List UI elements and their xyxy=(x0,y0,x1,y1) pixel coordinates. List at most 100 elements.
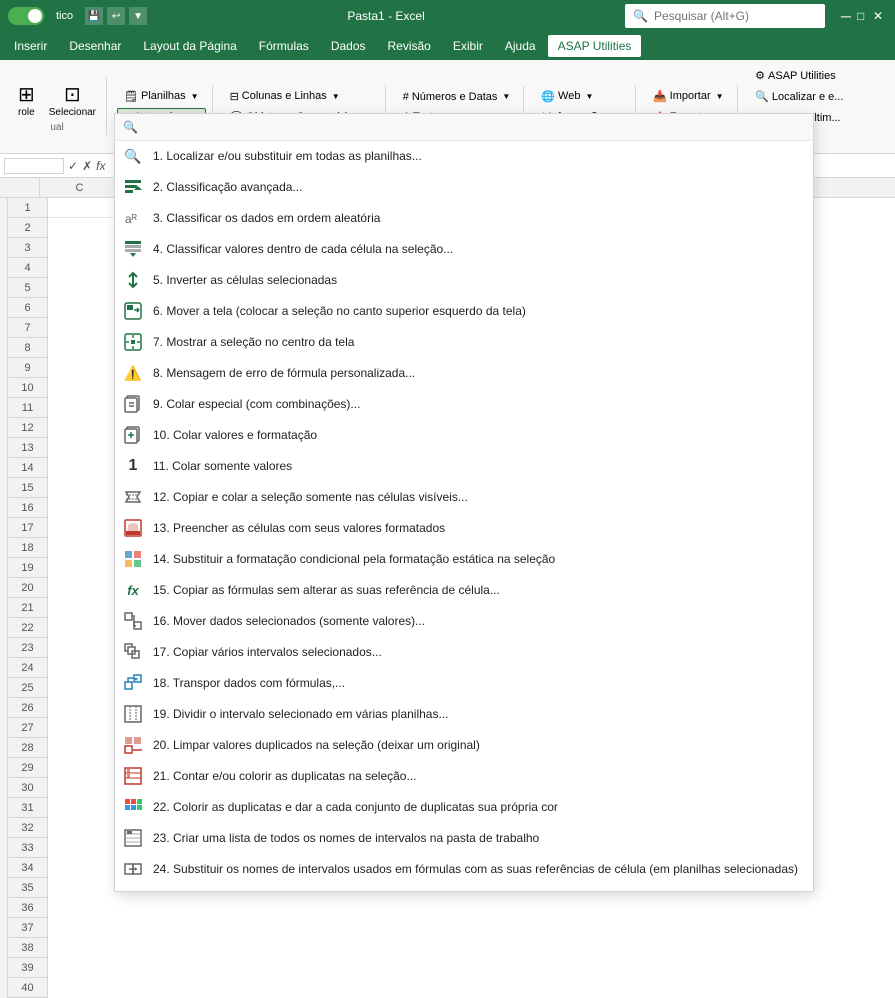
menu-item-9[interactable]: 9. Colar especial (com combinações)... xyxy=(115,389,813,420)
ribbon-importar-button[interactable]: 📥 Importar ▼ xyxy=(646,87,731,106)
item-24-icon xyxy=(123,859,143,879)
row-25: 25 xyxy=(8,678,48,698)
menu-item-revisao[interactable]: Revisão xyxy=(378,35,441,57)
row-40: 40 xyxy=(8,978,48,998)
custom-quick-icon[interactable]: ▼ xyxy=(129,7,147,25)
row-2: 2 xyxy=(8,218,48,238)
menu-item-6[interactable]: 6. Mover a tela (colocar a seleção no ca… xyxy=(115,296,813,327)
menu-item-5[interactable]: 5. Inverter as células selecionadas xyxy=(115,265,813,296)
menu-item-asap[interactable]: ASAP Utilities xyxy=(548,35,642,57)
item-16-text: 16. Mover dados selecionados (somente va… xyxy=(153,614,805,628)
maximize-button[interactable]: □ xyxy=(857,9,871,23)
menu-item-19[interactable]: 19. Dividir o intervalo selecionado em v… xyxy=(115,699,813,730)
menu-item-exibir[interactable]: Exibir xyxy=(443,35,493,57)
fx-icon[interactable]: fx xyxy=(96,159,105,173)
search-icon: 🔍 xyxy=(633,9,648,23)
ribbon-web-button[interactable]: 🌐 Web ▼ xyxy=(534,87,629,106)
menu-item-17[interactable]: 17. Copiar vários intervalos selecionado… xyxy=(115,637,813,668)
row-28: 28 xyxy=(8,738,48,758)
menu-item-7[interactable]: 7. Mostrar a seleção no centro da tela xyxy=(115,327,813,358)
menu-item-layout[interactable]: Layout da Página xyxy=(133,35,246,57)
ribbon-asap-utilities-button[interactable]: ⚙ ASAP Utilities xyxy=(748,66,850,85)
ribbon-localizar-button[interactable]: 🔍 Localizar e e... xyxy=(748,87,850,106)
menu-item-desenhar[interactable]: Desenhar xyxy=(59,35,131,57)
row-22: 22 xyxy=(8,618,48,638)
item-24-text: 24. Substituir os nomes de intervalos us… xyxy=(153,862,805,876)
row-19: 19 xyxy=(8,558,48,578)
menu-item-20[interactable]: 20. Limpar valores duplicados na seleção… xyxy=(115,730,813,761)
app-title: Pasta1 - Excel xyxy=(155,9,617,23)
row-30: 30 xyxy=(8,778,48,798)
menu-item-25[interactable]: 25. Excluir todos os nomes de intervalos… xyxy=(115,885,813,891)
item-14-icon xyxy=(123,549,143,569)
item-19-text: 19. Dividir o intervalo selecionado em v… xyxy=(153,707,805,721)
menu-item-4[interactable]: 4. Classificar valores dentro de cada cé… xyxy=(115,234,813,265)
item-22-icon xyxy=(123,797,143,817)
menu-item-14[interactable]: 14. Substituir a formatação condicional … xyxy=(115,544,813,575)
row-26: 26 xyxy=(8,698,48,718)
menu-item-16[interactable]: 16. Mover dados selecionados (somente va… xyxy=(115,606,813,637)
row-16: 16 xyxy=(8,498,48,518)
menu-list: 🔍 1. Localizar e/ou substituir em todas … xyxy=(115,141,813,891)
item-6-icon xyxy=(123,301,143,321)
item-1-icon: 🔍 xyxy=(123,146,143,166)
menu-item-inserir[interactable]: Inserir xyxy=(4,35,57,57)
item-15-text: 15. Copiar as fórmulas sem alterar as su… xyxy=(153,583,805,597)
undo-icon[interactable]: ↩ xyxy=(107,7,125,25)
minimize-button[interactable]: ─ xyxy=(841,9,855,23)
main-area: 1 2 3 4 5 6 7 8 9 10 11 12 13 14 15 16 1… xyxy=(0,198,895,998)
col-header-c[interactable]: C xyxy=(40,178,120,197)
row-12: 12 xyxy=(8,418,48,438)
menu-bar: Inserir Desenhar Layout da Página Fórmul… xyxy=(0,32,895,60)
menu-item-10[interactable]: 10. Colar valores e formatação xyxy=(115,420,813,451)
row-6: 6 xyxy=(8,298,48,318)
checkmark-icon[interactable]: ✓ xyxy=(68,159,78,173)
item-12-icon xyxy=(123,487,143,507)
menu-item-23[interactable]: 23. Criar uma lista de todos os nomes de… xyxy=(115,823,813,854)
item-21-text: 21. Contar e/ou colorir as duplicatas na… xyxy=(153,769,805,783)
menu-item-ajuda[interactable]: Ajuda xyxy=(495,35,546,57)
ribbon-selecionar-button[interactable]: ⊡ Selecionar xyxy=(45,80,100,120)
row-34: 34 xyxy=(8,858,48,878)
cross-icon[interactable]: ✗ xyxy=(82,159,92,173)
ribbon-controle-button[interactable]: ⊞ role xyxy=(14,80,39,120)
left-sidebar xyxy=(0,198,8,998)
cell-reference-input[interactable] xyxy=(4,158,64,174)
row-3: 3 xyxy=(8,238,48,258)
row-31: 31 xyxy=(8,798,48,818)
save-icon[interactable]: 💾 xyxy=(85,7,103,25)
menu-item-18[interactable]: 18. Transpor dados com fórmulas,... xyxy=(115,668,813,699)
menu-item-15[interactable]: fx 15. Copiar as fórmulas sem alterar as… xyxy=(115,575,813,606)
menu-item-3[interactable]: aᴿ 3. Classificar os dados em ordem alea… xyxy=(115,203,813,234)
menu-item-dados[interactable]: Dados xyxy=(321,35,376,57)
menu-item-2[interactable]: 2. Classificação avançada... xyxy=(115,172,813,203)
row-36: 36 xyxy=(8,898,48,918)
title-bar-label: tico xyxy=(56,10,73,22)
menu-item-formulas[interactable]: Fórmulas xyxy=(249,35,319,57)
row-numbers: 1 2 3 4 5 6 7 8 9 10 11 12 13 14 15 16 1… xyxy=(8,198,48,998)
close-button[interactable]: ✕ xyxy=(873,9,887,23)
row-15: 15 xyxy=(8,478,48,498)
menu-item-1[interactable]: 🔍 1. Localizar e/ou substituir em todas … xyxy=(115,141,813,172)
menu-item-22[interactable]: 22. Colorir as duplicatas e dar a cada c… xyxy=(115,792,813,823)
ribbon-toggle[interactable] xyxy=(8,7,44,25)
dropdown-search-input[interactable] xyxy=(144,120,805,134)
item-17-icon xyxy=(123,642,143,662)
ribbon-colunas-button[interactable]: ⊟ Colunas e Linhas ▼ xyxy=(223,87,379,106)
svg-text:aᴿ: aᴿ xyxy=(125,212,138,226)
item-25-icon xyxy=(123,890,143,891)
menu-item-12[interactable]: 12. Copiar e colar a seleção somente nas… xyxy=(115,482,813,513)
menu-item-13[interactable]: 13. Preencher as células com seus valore… xyxy=(115,513,813,544)
row-num-header xyxy=(0,178,40,197)
item-12-text: 12. Copiar e colar a seleção somente nas… xyxy=(153,490,805,504)
menu-item-11[interactable]: 1 11. Colar somente valores xyxy=(115,451,813,482)
menu-item-24[interactable]: 24. Substituir os nomes de intervalos us… xyxy=(115,854,813,885)
menu-item-21[interactable]: 21. Contar e/ou colorir as duplicatas na… xyxy=(115,761,813,792)
ribbon-numeros-button[interactable]: # Números e Datas ▼ xyxy=(396,88,518,106)
menu-item-8[interactable]: ⚠️ 8. Mensagem de erro de fórmula person… xyxy=(115,358,813,389)
dropdown-search-icon: 🔍 xyxy=(123,120,138,134)
item-1-text: 1. Localizar e/ou substituir em todas as… xyxy=(153,149,805,163)
item-11-icon: 1 xyxy=(123,456,143,476)
ribbon-planilhas-button[interactable]: 🗒 Planilhas ▼ xyxy=(117,87,206,106)
search-input[interactable] xyxy=(654,9,814,23)
